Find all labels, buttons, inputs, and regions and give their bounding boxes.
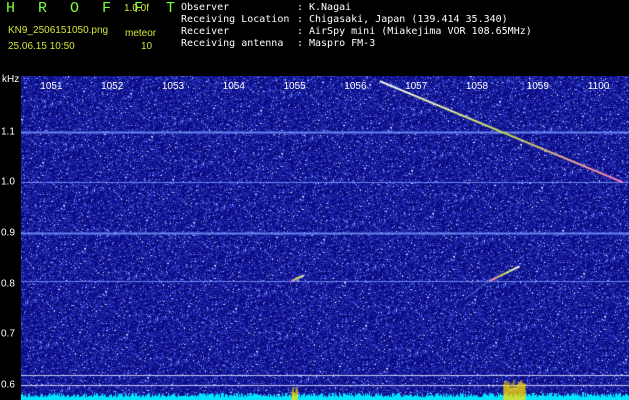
y-tick-label: 0.8 <box>1 278 15 290</box>
meta-row-receiver: Receiver: AirSpy mini (Miakejima VOR 108.… <box>181 26 532 38</box>
y-tick-label: 1.1 <box>1 126 15 138</box>
y-tick-label: 0.9 <box>1 227 15 239</box>
meta-key: Receiver <box>181 26 230 37</box>
x-tick-label: 1051 <box>40 81 63 92</box>
header-panel: H R O F F T 1.0.0f KN9_2506151050.png 25… <box>0 0 629 76</box>
meta-separator: : <box>297 2 304 13</box>
meta-separator: : <box>297 14 304 25</box>
version-label: 1.0.0f <box>124 3 150 14</box>
app-title: H R O F F T <box>6 0 183 17</box>
meta-row-location: Receiving Location: Chigasaki, Japan (139… <box>181 14 532 26</box>
meta-row-observer: Observer: K.Nagai <box>181 2 532 14</box>
y-tick-label: 1.0 <box>1 176 15 188</box>
meta-key: Receiving Location <box>181 14 290 25</box>
meta-value: Chigasaki, Japan (139.414 35.340) <box>309 14 508 25</box>
y-tick-label: 0.7 <box>1 328 15 340</box>
x-tick-label: 1059 <box>526 81 549 92</box>
x-tick-label: 1100 <box>587 81 610 92</box>
meta-value: AirSpy mini (Miakejima VOR 108.65MHz) <box>309 26 532 37</box>
x-tick-label: 1058 <box>465 81 489 92</box>
meta-separator: : <box>297 26 304 37</box>
meta-value: K.Nagai <box>309 2 352 13</box>
count-label: 10 <box>141 41 153 52</box>
datetime-label: 25.06.15 10:50 <box>8 41 75 52</box>
x-tick-label: 1056 <box>344 81 367 92</box>
meta-separator: : <box>297 38 304 49</box>
x-tick-label: 1055 <box>283 81 306 92</box>
x-tick-label: 1053 <box>161 81 185 92</box>
x-tick-label: 1052 <box>101 81 124 92</box>
metadata-block: Observer: K.Nagai Receiving Location: Chig… <box>181 2 532 50</box>
filename-label: KN9_2506151050.png <box>8 25 109 36</box>
y-tick-label: 0.6 <box>1 379 15 391</box>
y-axis-unit: kHz <box>2 74 20 85</box>
meta-row-antenna: Receiving antenna: Maspro FM-3 <box>181 38 532 50</box>
spectrogram-plot <box>21 76 629 400</box>
meta-key: Observer <box>181 2 230 13</box>
meta-value: Maspro FM-3 <box>309 38 376 49</box>
meta-key: Receiving antenna <box>181 38 284 49</box>
x-tick-label: 1054 <box>222 81 245 92</box>
mode-label: meteor <box>125 28 157 39</box>
x-tick-label: 1057 <box>405 81 428 92</box>
